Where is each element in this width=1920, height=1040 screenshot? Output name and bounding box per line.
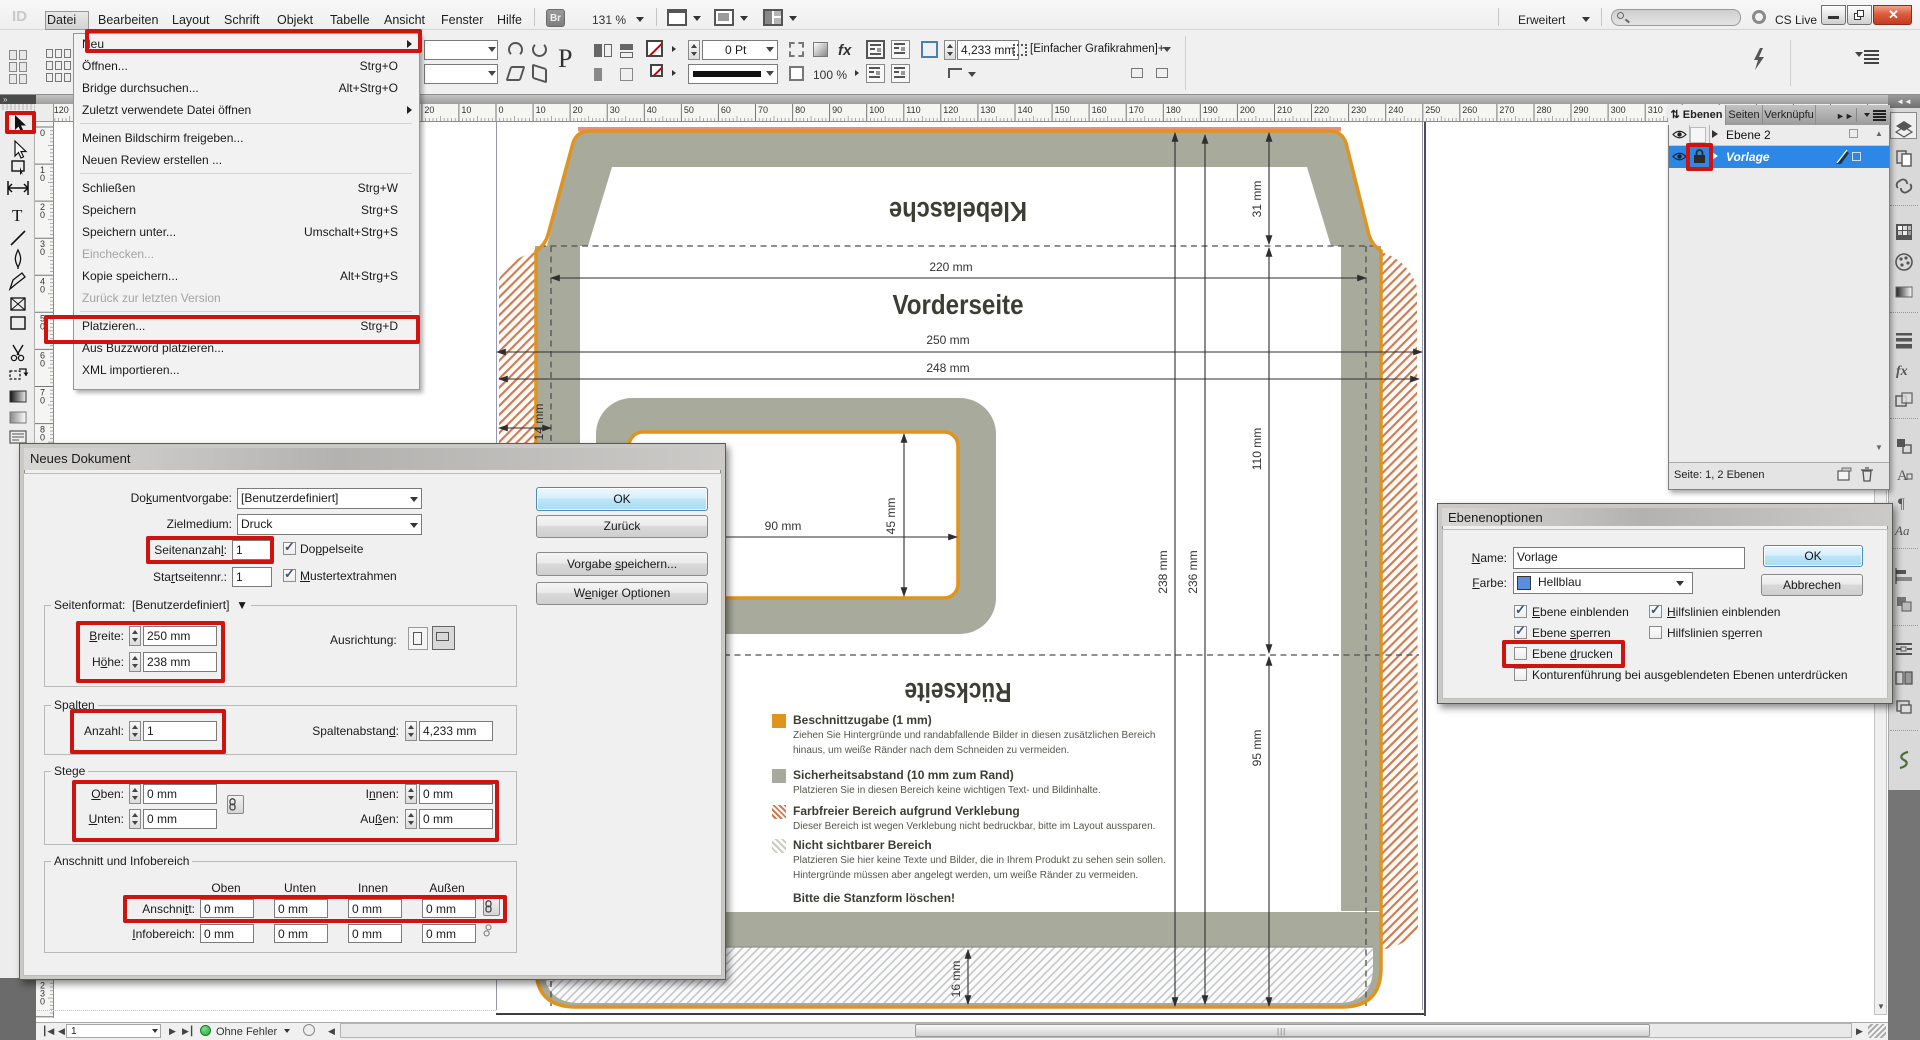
svg-text:40: 40 — [647, 105, 657, 115]
svg-text:248 mm: 248 mm — [926, 361, 969, 375]
svg-text:240: 240 — [1388, 105, 1403, 115]
svg-text:270: 270 — [1499, 105, 1514, 115]
svg-text:0: 0 — [40, 210, 45, 220]
svg-text:110: 110 — [906, 105, 920, 115]
svg-text:30: 30 — [610, 105, 620, 115]
svg-text:290: 290 — [1574, 105, 1589, 115]
svg-text:180: 180 — [1166, 105, 1181, 115]
svg-text:210: 210 — [1277, 105, 1292, 115]
svg-text:220 mm: 220 mm — [929, 260, 972, 274]
svg-text:140: 140 — [1018, 105, 1033, 115]
svg-text:0: 0 — [40, 433, 45, 443]
svg-text:Rückseite: Rückseite — [905, 677, 1012, 708]
svg-text:20: 20 — [424, 105, 434, 115]
svg-text:¶: ¶ — [1898, 496, 1905, 512]
svg-text:90 mm: 90 mm — [765, 519, 802, 533]
svg-text:T: T — [12, 206, 23, 225]
svg-text:10: 10 — [461, 105, 471, 115]
svg-text:230: 230 — [1351, 105, 1366, 115]
svg-text:0: 0 — [40, 128, 45, 138]
svg-text:0: 0 — [40, 247, 45, 257]
svg-text:10: 10 — [536, 105, 546, 115]
svg-text:60: 60 — [721, 105, 731, 115]
svg-text:Vorderseite: Vorderseite — [893, 289, 1024, 320]
svg-text:90: 90 — [832, 105, 842, 115]
svg-text:238 mm: 238 mm — [1156, 550, 1170, 593]
svg-text:280: 280 — [1537, 105, 1552, 115]
svg-text:130: 130 — [980, 105, 995, 115]
svg-text:fx: fx — [1896, 364, 1908, 379]
svg-text:120: 120 — [943, 105, 958, 115]
svg-text:Aa: Aa — [1894, 523, 1910, 538]
svg-text:0: 0 — [499, 105, 504, 115]
svg-text:300: 300 — [1611, 105, 1626, 115]
svg-text:50: 50 — [684, 105, 694, 115]
svg-text:Klebelasche: Klebelasche — [889, 196, 1027, 227]
svg-text:170: 170 — [1129, 105, 1144, 115]
svg-text:310: 310 — [1648, 105, 1663, 115]
svg-text:0: 0 — [40, 173, 45, 183]
svg-text:200: 200 — [1240, 105, 1255, 115]
svg-text:0: 0 — [40, 284, 45, 294]
svg-text:220: 220 — [1314, 105, 1329, 115]
svg-text:250: 250 — [1425, 105, 1440, 115]
svg-text:16 mm: 16 mm — [949, 961, 963, 998]
svg-text:14 mm: 14 mm — [532, 404, 546, 441]
svg-text:80: 80 — [795, 105, 805, 115]
svg-text:A: A — [1897, 468, 1908, 484]
svg-text:236 mm: 236 mm — [1186, 550, 1200, 593]
svg-text:250 mm: 250 mm — [926, 333, 969, 347]
svg-text:100: 100 — [869, 105, 884, 115]
svg-text:31 mm: 31 mm — [1250, 181, 1264, 218]
svg-text:0: 0 — [40, 997, 45, 1007]
svg-text:160: 160 — [1092, 105, 1107, 115]
svg-text:120: 120 — [54, 105, 69, 115]
svg-text:20: 20 — [573, 105, 583, 115]
svg-text:190: 190 — [1203, 105, 1218, 115]
svg-text:260: 260 — [1462, 105, 1477, 115]
svg-text:45 mm: 45 mm — [884, 498, 898, 535]
svg-text:150: 150 — [1055, 105, 1070, 115]
svg-text:110 mm: 110 mm — [1250, 428, 1264, 470]
svg-text:95 mm: 95 mm — [1250, 730, 1264, 767]
svg-text:0: 0 — [40, 396, 45, 406]
svg-text:70: 70 — [758, 105, 768, 115]
svg-text:0: 0 — [40, 358, 45, 368]
